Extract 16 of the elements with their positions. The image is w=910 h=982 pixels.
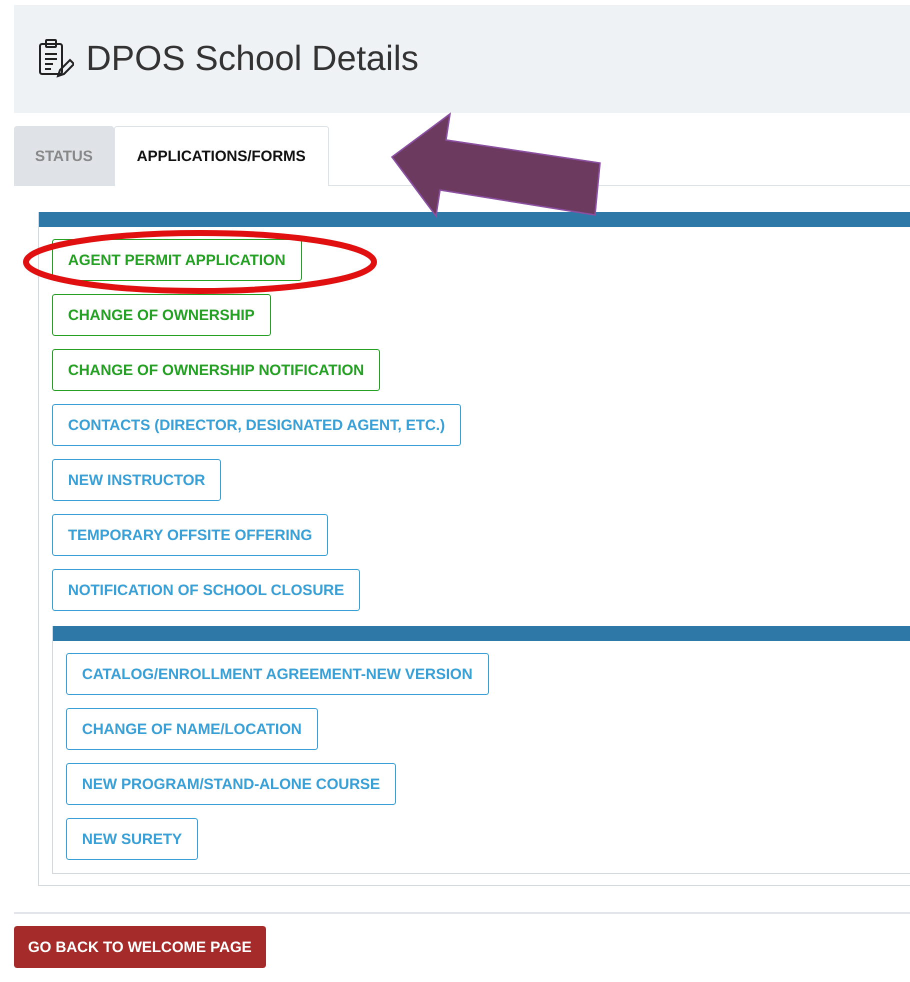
- form-button[interactable]: CHANGE OF OWNERSHIP NOTIFICATION: [52, 349, 380, 391]
- page-title: DPOS School Details: [86, 39, 419, 79]
- tab[interactable]: STATUS: [14, 126, 114, 185]
- form-button[interactable]: CATALOG/ENROLLMENT AGREEMENT-NEW VERSION: [66, 653, 489, 695]
- form-button[interactable]: TEMPORARY OFFSITE OFFERING: [52, 514, 328, 556]
- clipboard-pencil-icon: [38, 38, 74, 80]
- form-button[interactable]: CONTACTS (DIRECTOR, DESIGNATED AGENT, ETC.): [52, 404, 461, 446]
- tab[interactable]: APPLICATIONS/FORMS: [114, 126, 329, 186]
- form-button[interactable]: NEW INSTRUCTOR: [52, 459, 222, 501]
- form-button[interactable]: NEW PROGRAM/STAND-ALONE COURSE: [66, 763, 396, 805]
- form-button[interactable]: NEW SURETY: [66, 818, 198, 860]
- form-button[interactable]: CHANGE OF NAME/LOCATION: [66, 708, 318, 750]
- form-button[interactable]: NOTIFICATION OF SCHOOL CLOSURE: [52, 569, 360, 611]
- form-button[interactable]: CHANGE OF OWNERSHIP: [52, 294, 271, 336]
- form-button[interactable]: AGENT PERMIT APPLICATION: [52, 239, 302, 281]
- back-button[interactable]: GO BACK TO WELCOME PAGE: [14, 926, 266, 968]
